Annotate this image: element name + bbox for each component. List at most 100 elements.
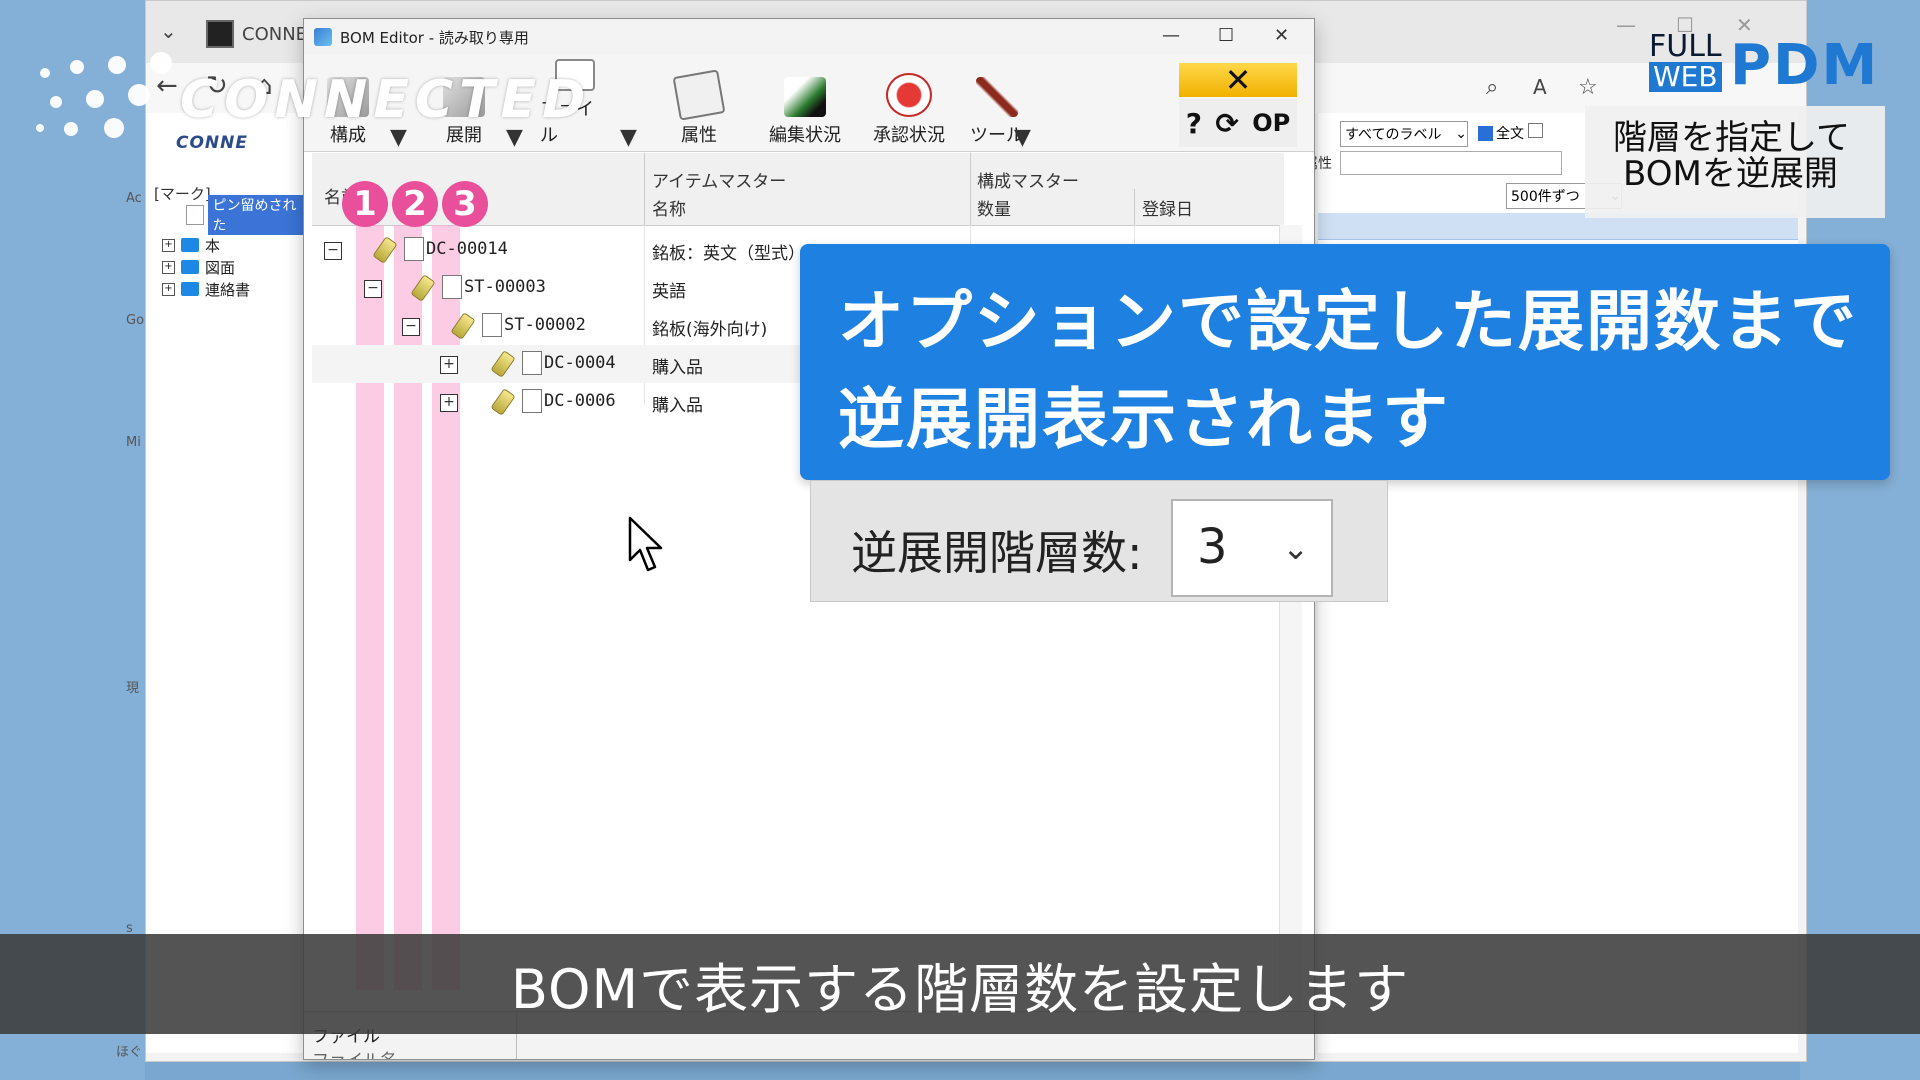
- document-icon: [522, 389, 542, 413]
- tag-icon: [672, 69, 726, 121]
- refresh-icon[interactable]: ⟳: [1215, 107, 1238, 140]
- brand-caption-line-2: BOMを逆展開: [1623, 154, 1838, 194]
- pinned-label: ピン留めされた: [208, 195, 306, 235]
- item-description: 英語: [652, 282, 686, 302]
- checkbox-unchecked-icon: [1528, 123, 1543, 138]
- label-select[interactable]: すべてのラベル ⌄: [1340, 121, 1468, 147]
- secondary-checkbox[interactable]: [1528, 123, 1543, 138]
- brand-pdm: PDM: [1730, 33, 1880, 98]
- pinned-item[interactable]: ピン留めされた: [186, 195, 306, 235]
- column-header-registered-date[interactable]: 登録日: [1142, 195, 1193, 220]
- brand-logo: FULL WEB PDM 階層を指定して BOMを逆展開: [1585, 29, 1885, 218]
- tree-item-label: 連絡書: [205, 280, 251, 299]
- header-divider: [970, 153, 971, 225]
- approval-status-button[interactable]: 承認状況: [864, 59, 954, 153]
- group-header-structure-master: 構成マスター: [977, 172, 1079, 192]
- expand-icon[interactable]: +: [440, 356, 458, 374]
- brand-web: WEB: [1649, 62, 1722, 92]
- minimize-icon[interactable]: —: [1162, 25, 1180, 46]
- collapse-icon[interactable]: −: [364, 280, 382, 298]
- column-header-quantity[interactable]: 数量: [977, 195, 1011, 220]
- pencil-icon: [372, 236, 398, 264]
- item-description: 購入品: [652, 396, 703, 416]
- collapse-icon[interactable]: −: [324, 242, 342, 260]
- option-button[interactable]: OP: [1252, 109, 1290, 137]
- attribute-button[interactable]: 属性: [664, 59, 734, 153]
- level-badge-3: 3: [442, 181, 488, 227]
- item-description: 銘板(海外向け): [652, 320, 768, 340]
- document-icon: [404, 237, 424, 261]
- chevron-down-icon: ⌄: [1455, 126, 1467, 142]
- item-name: DC-0006: [544, 391, 616, 411]
- subtitle-bar: BOMで表示する階層数を設定します: [0, 934, 1920, 1034]
- chevron-down-icon: ⌄: [1282, 529, 1309, 567]
- header-divider: [644, 153, 645, 225]
- explanation-callout: オプションで設定した展開数まで 逆展開表示されます: [800, 244, 1890, 480]
- folder-icon: [181, 282, 199, 296]
- file-name-label: ファイル名: [312, 1046, 397, 1059]
- maximize-icon[interactable]: ☐: [1218, 25, 1234, 46]
- pin-icon: [186, 205, 205, 225]
- brand-full: FULL: [1649, 29, 1722, 64]
- side-letter: Go: [126, 313, 145, 328]
- close-icon[interactable]: ✕: [1274, 25, 1289, 46]
- item-description: 購入品: [652, 358, 703, 378]
- file-dropdown-icon[interactable]: ▼: [620, 125, 637, 150]
- close-editor-button[interactable]: ✕: [1179, 61, 1297, 99]
- mark-label: [マーク]: [154, 185, 211, 203]
- callout-line-2: 逆展開表示されます: [838, 381, 1450, 458]
- pencil-icon: [490, 350, 516, 378]
- stamp-icon: [886, 73, 932, 117]
- collapse-icon[interactable]: −: [402, 318, 420, 336]
- expand-plus-icon[interactable]: +: [162, 238, 175, 252]
- document-icon: [522, 351, 542, 375]
- zoom-icon[interactable]: ⌕: [1486, 75, 1498, 100]
- column-header-title[interactable]: 名称: [652, 195, 686, 220]
- side-letter: ほぐ: [116, 1045, 143, 1060]
- expand-icon[interactable]: +: [440, 394, 458, 412]
- label-select-value: すべてのラベル: [1345, 127, 1442, 143]
- page-size-value: 500件ずつ: [1511, 189, 1580, 205]
- reverse-expand-level-label: 逆展開階層数:: [851, 526, 1143, 580]
- document-icon: [482, 313, 502, 337]
- tree-item-label: 図面: [205, 258, 236, 277]
- group-header-item-master: アイテムマスター: [652, 172, 787, 192]
- side-letter: 現: [126, 681, 140, 696]
- pencil-icon: [490, 388, 516, 416]
- folder-icon: [181, 260, 199, 274]
- approval-status-label: 承認状況: [873, 125, 945, 146]
- help-icon[interactable]: ?: [1186, 107, 1202, 140]
- checkbox-checked-icon: [1478, 125, 1493, 141]
- reverse-expand-level-value: 3: [1197, 519, 1228, 575]
- mouse-cursor-icon: [628, 516, 663, 572]
- edit-status-button[interactable]: 編集状況: [760, 59, 850, 153]
- reverse-expand-level-select[interactable]: 3 ⌄: [1171, 499, 1333, 597]
- pencil-icon: [450, 312, 476, 340]
- close-x-icon: ✕: [1224, 61, 1252, 99]
- subtitle-text: BOMで表示する階層数を設定します: [510, 957, 1410, 1021]
- attribute-label: 属性: [681, 125, 717, 146]
- item-description: 銘板：英文（型式）: [652, 244, 805, 264]
- pickaxe-icon: [976, 77, 1018, 117]
- edit-status-label: 編集状況: [769, 125, 841, 146]
- expand-plus-icon[interactable]: +: [162, 260, 175, 274]
- tree-item-book[interactable]: + 本: [162, 235, 220, 255]
- tools-dropdown-icon[interactable]: ▼: [1014, 125, 1031, 150]
- tree-item-drawing[interactable]: + 図面: [162, 257, 235, 277]
- attribute-input[interactable]: [1340, 151, 1562, 175]
- item-name: DC-00014: [426, 239, 508, 259]
- expand-plus-icon[interactable]: +: [162, 282, 175, 296]
- tree-item-notice[interactable]: + 連絡書: [162, 279, 250, 299]
- side-letter: Mi: [126, 435, 141, 450]
- item-name: ST-00002: [504, 315, 586, 335]
- fulltext-checkbox[interactable]: 全文: [1478, 123, 1524, 143]
- tree-item-label: 本: [205, 236, 221, 255]
- read-aloud-icon[interactable]: A: [1533, 75, 1547, 99]
- checkbox-label: 全文: [1496, 126, 1524, 142]
- side-letter: Ac: [126, 191, 142, 206]
- left-sidebar: CONNE [マーク] ピン留めされた + 本 + 図面 + 連絡書: [146, 113, 307, 1053]
- item-name: ST-00003: [464, 277, 546, 297]
- header-divider: [1134, 189, 1135, 225]
- help-toolbar: ? ⟳ OP: [1179, 99, 1297, 147]
- pencil-icon: [410, 274, 436, 302]
